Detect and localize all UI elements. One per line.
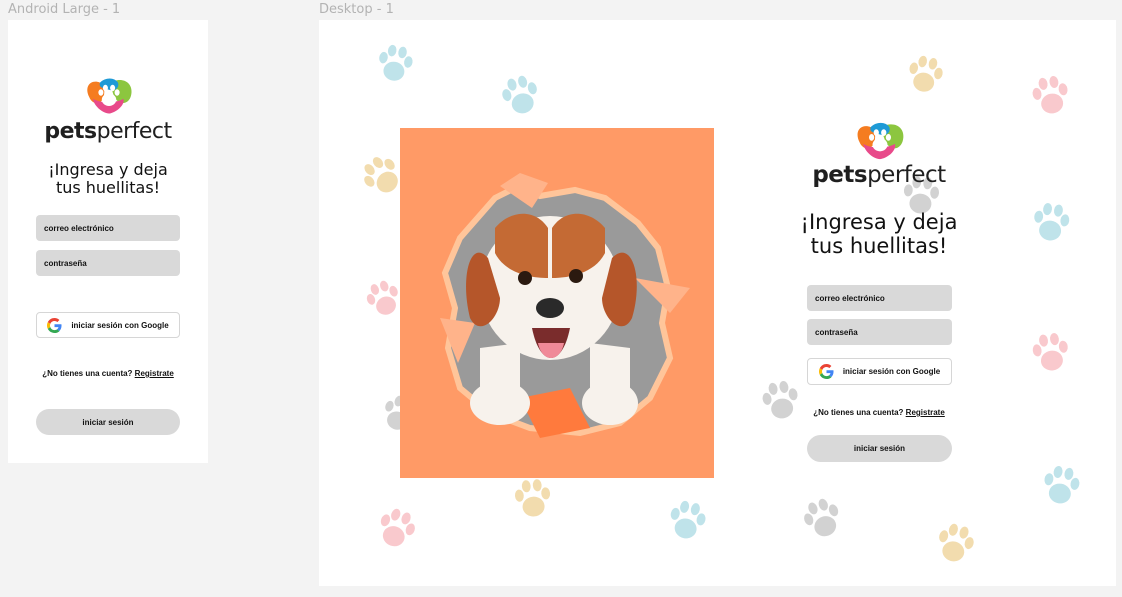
paw-icon bbox=[494, 70, 548, 124]
paw-icon bbox=[509, 476, 557, 524]
login-button[interactable]: iniciar sesión bbox=[36, 409, 180, 435]
logo-mark-icon bbox=[852, 120, 908, 164]
brand-wordmark: petsperfect bbox=[812, 162, 946, 188]
google-icon bbox=[47, 318, 62, 333]
brand-logo: petsperfect bbox=[804, 120, 954, 190]
email-field[interactable]: correo electrónico bbox=[36, 215, 180, 241]
google-signin-button[interactable]: iniciar sesión con Google bbox=[36, 312, 180, 338]
paw-icon bbox=[368, 502, 424, 558]
register-link[interactable]: Registrate bbox=[906, 408, 945, 417]
paw-icon bbox=[661, 496, 713, 548]
signup-prompt: ¿No tienes una cuenta? Registrate bbox=[8, 369, 208, 378]
paw-icon bbox=[371, 41, 420, 90]
no-account-text: ¿No tienes una cuenta? bbox=[813, 408, 906, 417]
password-field[interactable]: contraseña bbox=[36, 250, 180, 276]
signup-prompt: ¿No tienes una cuenta? Registrate bbox=[779, 408, 979, 417]
brand-wordmark: petsperfect bbox=[44, 119, 172, 144]
logo-mark-icon bbox=[82, 76, 136, 118]
register-link[interactable]: Registrate bbox=[135, 369, 174, 378]
android-frame-label: Android Large - 1 bbox=[8, 2, 121, 17]
headline: ¡Ingresa y deja tus huellitas! bbox=[48, 160, 168, 198]
paw-icon bbox=[1026, 199, 1076, 249]
android-frame: petsperfect ¡Ingresa y deja tus huellita… bbox=[8, 20, 208, 463]
paw-icon bbox=[795, 492, 851, 548]
hero-puppy-image bbox=[400, 128, 714, 478]
puppy-illustration bbox=[400, 128, 714, 478]
paw-icon bbox=[1036, 462, 1087, 513]
no-account-text: ¿No tienes una cuenta? bbox=[42, 369, 135, 378]
google-icon bbox=[819, 364, 834, 379]
paw-icon bbox=[1026, 72, 1077, 123]
paw-icon bbox=[756, 377, 807, 428]
login-button[interactable]: iniciar sesión bbox=[807, 435, 952, 462]
paw-icon bbox=[1026, 329, 1076, 379]
google-signin-label: iniciar sesión con Google bbox=[71, 320, 169, 330]
google-signin-button[interactable]: iniciar sesión con Google bbox=[807, 358, 952, 385]
email-field[interactable]: correo electrónico bbox=[807, 285, 952, 311]
desktop-frame: petsperfect ¡Ingresa y deja tus huellita… bbox=[319, 20, 1116, 586]
google-signin-label: iniciar sesión con Google bbox=[842, 367, 941, 376]
desktop-frame-label: Desktop - 1 bbox=[319, 2, 394, 17]
password-field[interactable]: contraseña bbox=[807, 319, 952, 345]
brand-logo: petsperfect bbox=[43, 76, 173, 146]
headline: ¡Ingresa y deja tus huellitas! bbox=[800, 210, 958, 259]
paw-icon bbox=[928, 518, 982, 572]
paw-icon bbox=[900, 51, 950, 101]
